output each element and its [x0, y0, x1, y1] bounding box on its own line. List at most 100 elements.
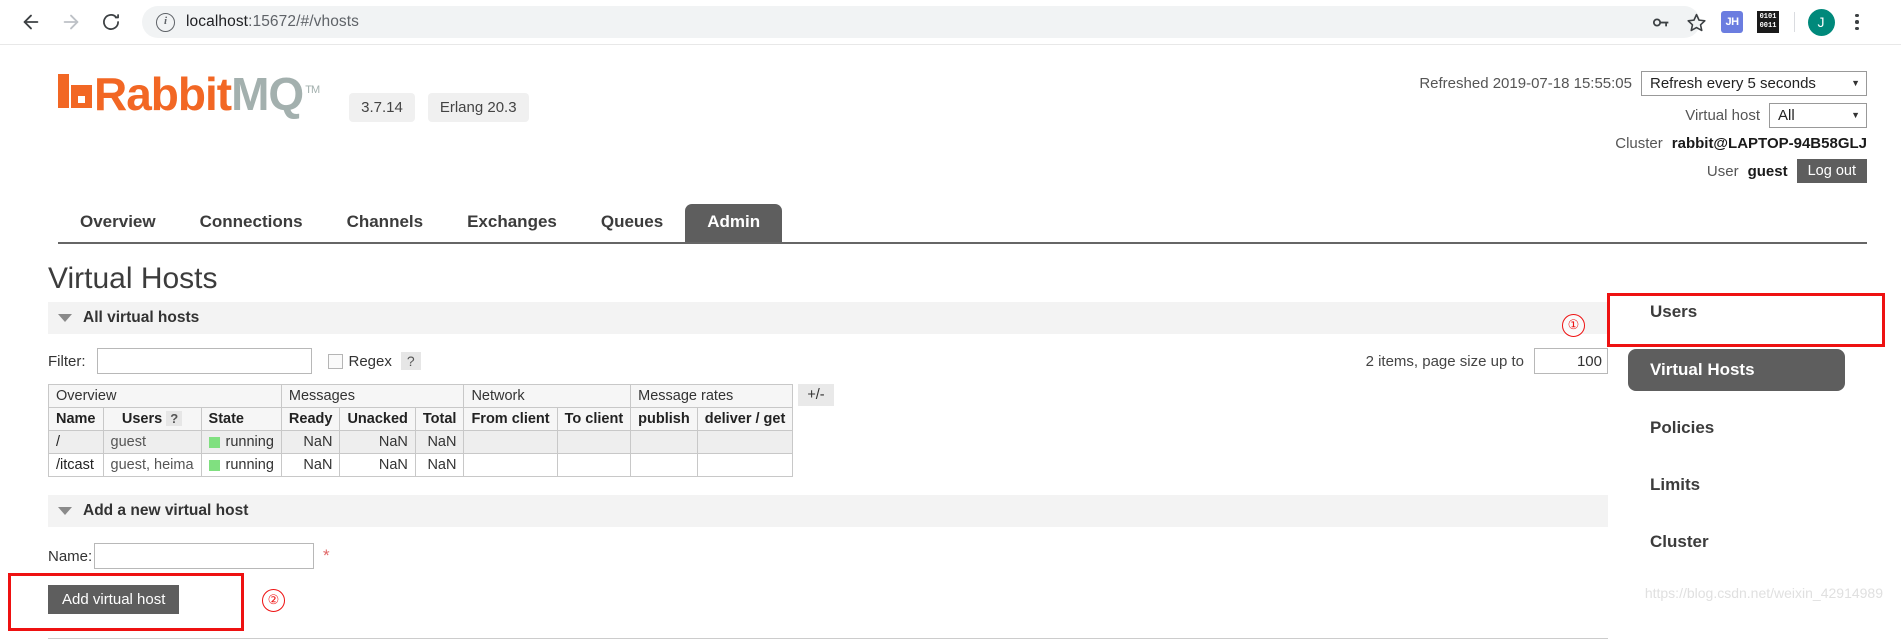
rabbitmq-header: Rabbit MQ TM 3.7.14 Erlang 20.3 Refreshed … — [0, 45, 1901, 190]
add-vhost-section-header[interactable]: Add a new virtual host — [48, 495, 1608, 527]
binary-row-top: 0101 — [1759, 13, 1777, 21]
sidebar-item-users[interactable]: Users — [1628, 292, 1867, 332]
cell-to-client — [556, 453, 632, 477]
collapse-triangle-icon — [58, 314, 72, 322]
rabbitmq-management-page: Rabbit MQ TM 3.7.14 Erlang 20.3 Refreshed … — [0, 45, 1901, 639]
all-vhosts-section-header[interactable]: All virtual hosts — [48, 302, 1608, 334]
content-area: Virtual Hosts All virtual hosts Filter: … — [48, 244, 1867, 639]
column-toggle-button[interactable]: +/- — [798, 384, 834, 406]
cell-name[interactable]: / — [48, 430, 104, 454]
url-text: localhost:15672/#/vhosts — [186, 13, 359, 31]
sidebar-item-virtual-hosts[interactable]: Virtual Hosts — [1628, 349, 1845, 391]
bookmark-star-icon[interactable] — [1680, 6, 1712, 38]
tab-overview[interactable]: Overview — [58, 204, 178, 242]
cell-total: NaN — [414, 453, 465, 477]
vhost-label: Virtual host — [1685, 107, 1760, 124]
vhosts-table-wrap: Overview Messages Network Message rates … — [48, 384, 1608, 477]
vhost-select[interactable]: All ▼ — [1769, 103, 1867, 128]
sidebar-item-cluster[interactable]: Cluster — [1628, 522, 1867, 562]
col-header-ready[interactable]: Ready — [280, 407, 341, 431]
cell-users: guest, heima — [102, 453, 202, 477]
col-header-deliver-get[interactable]: deliver / get — [696, 407, 794, 431]
vhost-name-input[interactable] — [94, 543, 314, 569]
back-button[interactable] — [14, 5, 48, 39]
refresh-row: Refreshed 2019-07-18 15:55:05 Refresh ev… — [1419, 71, 1867, 96]
add-vhost-form-row: Name: * — [48, 531, 1608, 573]
reload-button[interactable] — [94, 5, 128, 39]
user-value: guest — [1747, 162, 1788, 180]
logo-trademark: TM — [305, 84, 320, 96]
url-path: :15672/#/vhosts — [248, 13, 360, 30]
sidebar-item-limits[interactable]: Limits — [1628, 465, 1867, 505]
table-row[interactable]: / guest running NaN NaN NaN — [48, 430, 794, 454]
rabbitmq-logo[interactable]: Rabbit MQ TM — [58, 67, 320, 120]
vhost-row: Virtual host All ▼ — [1419, 103, 1867, 128]
tab-queues[interactable]: Queues — [579, 204, 685, 242]
profile-avatar[interactable]: J — [1805, 6, 1837, 38]
page-size-input[interactable] — [1534, 348, 1608, 374]
rabbitmq-logo-text: Rabbit MQ TM — [94, 67, 320, 120]
cell-from-client — [463, 430, 558, 454]
page-size-control: 2 items, page size up to — [1366, 348, 1608, 374]
forward-button[interactable] — [54, 5, 88, 39]
tab-channels[interactable]: Channels — [325, 204, 446, 242]
regex-checkbox[interactable] — [327, 353, 343, 369]
site-info-icon[interactable]: i — [156, 12, 175, 32]
users-help-icon[interactable]: ? — [166, 411, 183, 426]
chrome-menu-icon[interactable] — [1841, 6, 1873, 38]
name-field-label: Name: — [48, 547, 93, 565]
binary-row-bottom: 0011 — [1759, 22, 1777, 30]
regex-help-icon[interactable]: ? — [400, 352, 421, 370]
toolbar-divider — [1794, 12, 1795, 32]
group-header-overview: Overview — [48, 384, 282, 408]
address-bar[interactable]: i localhost:15672/#/vhosts — [142, 6, 1700, 38]
extension-binary-icon[interactable]: 0101 0011 — [1752, 6, 1784, 38]
cluster-value: rabbit@LAPTOP-94B58GLJ — [1671, 135, 1867, 152]
tab-connections[interactable]: Connections — [178, 204, 325, 242]
cluster-row: Cluster rabbit@LAPTOP-94B58GLJ — [1419, 135, 1867, 152]
erlang-badge: Erlang 20.3 — [427, 93, 529, 122]
url-host: localhost — [186, 13, 249, 30]
cell-ready: NaN — [280, 430, 341, 454]
col-header-users[interactable]: Users ? — [102, 407, 202, 431]
filter-input[interactable] — [96, 348, 312, 374]
cell-users: guest — [102, 430, 202, 454]
tab-admin[interactable]: Admin — [685, 204, 783, 242]
group-header-message-rates: Message rates — [630, 384, 794, 408]
col-header-state[interactable]: State — [200, 407, 282, 431]
col-header-publish[interactable]: publish — [630, 407, 698, 431]
add-virtual-host-button[interactable]: Add virtual host — [48, 585, 180, 614]
col-header-total[interactable]: Total — [414, 407, 465, 431]
col-header-users-label: Users — [121, 411, 163, 427]
user-row: User guest Log out — [1419, 159, 1867, 183]
cell-state-label: running — [225, 457, 274, 473]
col-header-unacked[interactable]: Unacked — [339, 407, 416, 431]
user-label: User — [1706, 162, 1739, 180]
version-badge: 3.7.14 — [349, 93, 415, 122]
state-indicator-icon — [208, 459, 220, 471]
col-header-to-client[interactable]: To client — [556, 407, 632, 431]
col-header-from-client[interactable]: From client — [463, 407, 558, 431]
vhost-select-value: All — [1778, 107, 1795, 124]
tab-exchanges[interactable]: Exchanges — [445, 204, 579, 242]
table-group-header-row: Overview Messages Network Message rates — [48, 384, 794, 408]
cell-ready: NaN — [280, 453, 341, 477]
filter-label: Filter: — [48, 352, 86, 370]
extension-jh-icon[interactable]: JH — [1716, 6, 1748, 38]
cell-state: running — [200, 453, 282, 477]
col-header-name[interactable]: Name — [48, 407, 104, 431]
all-vhosts-section-label: All virtual hosts — [83, 309, 200, 326]
extension-binary-badge: 0101 0011 — [1757, 11, 1779, 33]
cell-name[interactable]: /itcast — [48, 453, 104, 477]
sidebar-item-policies[interactable]: Policies — [1628, 408, 1867, 448]
version-badges: 3.7.14 Erlang 20.3 — [349, 93, 529, 122]
cell-deliver-get — [696, 430, 794, 454]
password-key-icon[interactable] — [1644, 6, 1676, 38]
toolbar-right-icons: JH 0101 0011 J — [1644, 6, 1873, 38]
logo-word-rabbit: Rabbit — [94, 68, 232, 120]
cell-unacked: NaN — [339, 430, 416, 454]
table-row[interactable]: /itcast guest, heima running NaN NaN NaN — [48, 453, 794, 477]
cell-publish — [630, 453, 698, 477]
refresh-interval-select[interactable]: Refresh every 5 seconds ▼ — [1641, 71, 1867, 96]
logout-button[interactable]: Log out — [1796, 159, 1867, 183]
